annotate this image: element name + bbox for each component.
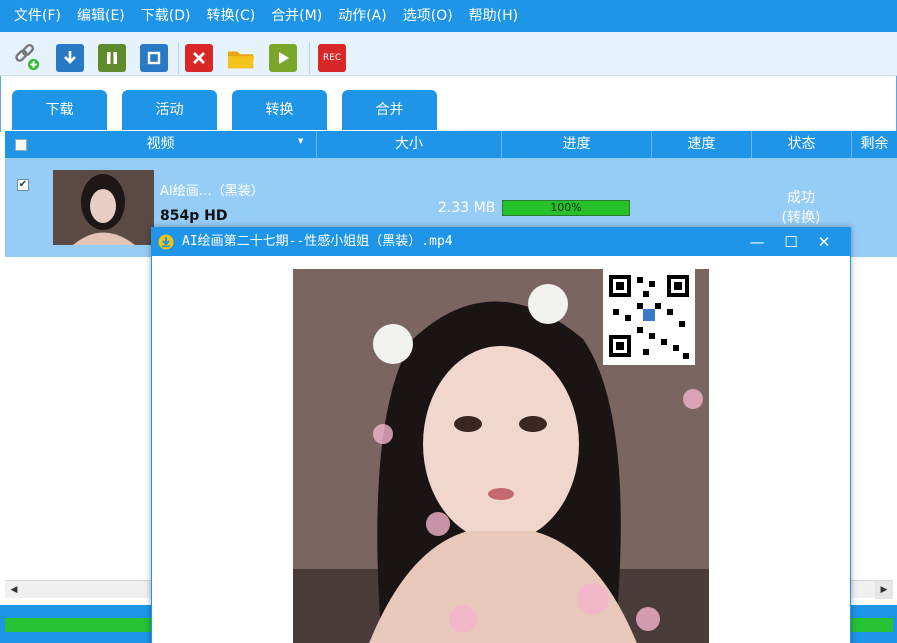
video-resolution: 854p HD [160, 208, 228, 224]
column-header-progress[interactable]: 进度 [502, 131, 652, 158]
menu-merge[interactable]: 合并(M) [263, 0, 330, 32]
scroll-right-icon[interactable]: ▶ [875, 581, 893, 599]
column-header-status[interactable]: 状态 [752, 131, 852, 158]
progress-label: 100% [550, 201, 582, 214]
qr-code-image [603, 269, 695, 365]
open-folder-button[interactable] [227, 44, 255, 72]
record-button[interactable]: REC [318, 44, 346, 72]
toolbar-divider [178, 42, 179, 74]
play-button[interactable] [269, 44, 297, 72]
toolbar-divider [309, 42, 310, 74]
add-link-icon [15, 43, 40, 71]
download-button[interactable] [56, 44, 84, 72]
column-header-size[interactable]: 大小 [317, 131, 502, 158]
stop-icon [147, 51, 161, 65]
tab-convert[interactable]: 转换 [232, 90, 327, 130]
scroll-left-icon[interactable]: ◀ [5, 581, 23, 599]
delete-icon [193, 52, 205, 64]
toolbar: REC [0, 32, 897, 76]
download-icon [64, 51, 76, 64]
video-title: AI绘画…（黑装） [160, 184, 264, 199]
menu-edit[interactable]: 编辑(E) [69, 0, 133, 32]
tab-download[interactable]: 下载 [12, 90, 107, 130]
play-icon [279, 52, 289, 64]
player-body [152, 256, 850, 643]
menu-convert[interactable]: 转换(C) [198, 0, 263, 32]
menu-file[interactable]: 文件(F) [6, 0, 69, 32]
column-header-video[interactable]: 视频 [5, 131, 317, 158]
progress-bar: 100% [502, 200, 630, 216]
tab-active[interactable]: 活动 [122, 90, 217, 130]
column-header-remaining[interactable]: 剩余 [852, 131, 897, 158]
status-detail: (转换) [781, 210, 821, 226]
stop-button[interactable] [140, 44, 168, 72]
column-header-speed[interactable]: 速度 [652, 131, 752, 158]
column-label: 视频 [146, 136, 175, 152]
menu-options[interactable]: 选项(O) [395, 0, 461, 32]
video-player-window[interactable]: AI绘画第二十七期--性感小姐姐（黑装）.mp4 — ☐ ✕ [151, 227, 851, 643]
menu-help[interactable]: 帮助(H) [461, 0, 526, 32]
menu-action[interactable]: 动作(A) [330, 0, 395, 32]
menu-bar: 文件(F) 编辑(E) 下载(D) 转换(C) 合并(M) 动作(A) 选项(O… [0, 0, 897, 32]
video-thumbnail [53, 170, 154, 245]
menu-download[interactable]: 下载(D) [133, 0, 199, 32]
download-app-icon [158, 234, 174, 250]
app-window: 文件(F) 编辑(E) 下载(D) 转换(C) 合并(M) 动作(A) 选项(O… [0, 0, 897, 643]
pause-icon [107, 52, 117, 64]
video-frame[interactable] [293, 269, 709, 643]
add-link-button[interactable] [13, 43, 41, 72]
status-cell: 成功 (转换) [761, 188, 841, 228]
pause-button[interactable] [98, 44, 126, 72]
player-titlebar[interactable]: AI绘画第二十七期--性感小姐姐（黑装）.mp4 — ☐ ✕ [152, 228, 850, 256]
sort-desc-icon: ▼ [298, 137, 304, 145]
qr-code [603, 269, 695, 365]
thumbnail-image [53, 170, 154, 245]
tab-merge[interactable]: 合并 [342, 90, 437, 130]
maximize-button[interactable]: ☐ [775, 228, 807, 256]
delete-button[interactable] [185, 44, 213, 72]
tab-strip: 下载 活动 转换 合并 [0, 76, 897, 132]
row-checkbox[interactable]: ✔ [17, 179, 29, 191]
video-size: 2.33 MB [438, 200, 496, 216]
player-title: AI绘画第二十七期--性感小姐姐（黑装）.mp4 [182, 234, 453, 249]
status-text: 成功 [787, 190, 815, 206]
close-button[interactable]: ✕ [808, 228, 840, 256]
table-header: 视频 ▼ 大小 进度 速度 状态 剩余 [5, 131, 897, 158]
minimize-button[interactable]: — [741, 228, 773, 256]
open-folder-icon [227, 51, 255, 69]
record-icon: REC [322, 53, 342, 63]
